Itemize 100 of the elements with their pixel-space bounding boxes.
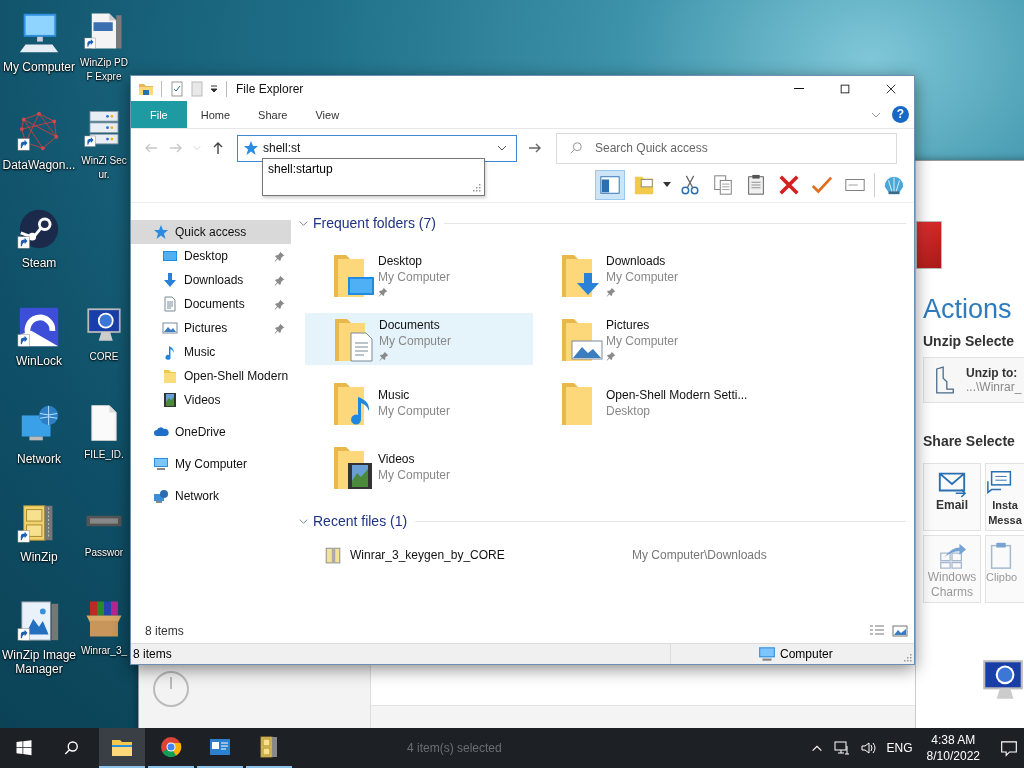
- help-button[interactable]: ?: [892, 106, 909, 123]
- dropdown-icon: [663, 182, 671, 187]
- folder-name: Pictures: [606, 317, 650, 333]
- folder-icon: [162, 368, 178, 384]
- folder-name: Documents: [379, 317, 440, 333]
- desktop-icon-label[interactable]: WinZip Image Manager: [0, 648, 78, 676]
- folder-name: Open-Shell Modern Setti...: [606, 387, 748, 403]
- desktop-icon-label[interactable]: WinLock: [16, 354, 62, 368]
- desktop-icon-label[interactable]: DataWagon...: [2, 158, 76, 172]
- pin-icon[interactable]: [274, 251, 285, 262]
- folder-location: My Computer: [379, 333, 452, 349]
- clock[interactable]: 4:38 AM 8/10/2022: [926, 732, 980, 764]
- nav-item[interactable]: My Computer: [131, 452, 291, 476]
- desktop-icon-label[interactable]: Passwor: [84, 546, 124, 560]
- delete-icon: [778, 173, 800, 196]
- nav-item[interactable]: Desktop: [131, 244, 291, 268]
- unzip-title: Unzip to:: [966, 366, 1019, 380]
- nav-item[interactable]: Music: [131, 340, 291, 364]
- desktop-icon-label[interactable]: WinZip PDF Expre: [80, 56, 128, 84]
- scissors-icon: [679, 173, 701, 196]
- section-heading: Unzip Selecte: [923, 333, 1015, 349]
- status-text: 8 items: [131, 644, 671, 664]
- desktop-icon-label[interactable]: Network: [17, 452, 61, 466]
- folder-name: Videos: [378, 451, 415, 467]
- minimize-icon: [794, 88, 804, 89]
- document-icon: [162, 296, 178, 312]
- network-icon[interactable]: [833, 740, 850, 756]
- panes-icon: [599, 173, 621, 196]
- desktop-icon-label[interactable]: FILE_ID.: [84, 448, 124, 462]
- folder-location: My Computer: [378, 269, 451, 285]
- properties-icon[interactable]: [169, 80, 185, 97]
- ribbon-tab[interactable]: Home: [186, 101, 245, 128]
- clock-icon: [151, 669, 191, 709]
- folder-tile[interactable]: Pictures My Computer: [533, 313, 761, 365]
- star-icon: [243, 140, 259, 156]
- nav-item[interactable]: Quick access: [131, 220, 291, 244]
- address-bar[interactable]: shell:st: [237, 134, 517, 162]
- nav-item[interactable]: Downloads: [131, 268, 291, 292]
- desktop-icon-label[interactable]: CORE: [89, 350, 119, 364]
- pin-icon[interactable]: [274, 323, 285, 334]
- resize-grip-icon: [473, 184, 481, 192]
- badge-graphic: [916, 221, 942, 269]
- ribbon-tab[interactable]: View: [301, 101, 354, 128]
- large-icons-view-icon[interactable]: [892, 625, 908, 637]
- share-tile[interactable]: Insta Messa: [985, 463, 1024, 531]
- pin-icon[interactable]: [378, 287, 388, 297]
- folder-name: Downloads: [606, 253, 666, 269]
- file-name[interactable]: Winrar_3_keygen_by_CORE: [350, 548, 632, 562]
- archive-file-icon: [324, 546, 342, 564]
- folder-location: My Computer: [606, 333, 679, 349]
- folder-tile[interactable]: Videos My Computer: [305, 441, 533, 493]
- language-indicator[interactable]: ENG: [886, 741, 913, 755]
- star-icon: [153, 224, 169, 240]
- pin-icon[interactable]: [606, 351, 616, 361]
- search-box[interactable]: Search Quick access: [556, 132, 897, 164]
- taskbar-app-button[interactable]: [99, 728, 145, 768]
- pin-icon[interactable]: [606, 287, 616, 297]
- share-tile[interactable]: Email: [923, 463, 981, 531]
- section-heading[interactable]: Recent files (1): [313, 513, 408, 529]
- desktop-icon-label[interactable]: WinZi Secur.: [80, 154, 128, 182]
- section-heading[interactable]: Frequent folders (7): [313, 215, 436, 231]
- nav-item[interactable]: Network: [131, 484, 291, 508]
- folder-name: Desktop: [378, 253, 423, 269]
- search-icon: [63, 739, 81, 757]
- maximize-icon: [839, 82, 851, 95]
- status-text: Computer: [780, 647, 833, 661]
- unzip-to-button[interactable]: Unzip to: ...\Winrar_: [923, 357, 1024, 403]
- folder-tile[interactable]: Open-Shell Modern Setti... Desktop: [533, 377, 761, 429]
- suggestion-item[interactable]: shell:startup: [263, 159, 484, 179]
- folder-tile[interactable]: Downloads My Computer: [533, 249, 761, 301]
- speaker-icon[interactable]: [859, 740, 876, 756]
- network-icon: [153, 488, 169, 504]
- search-icon: [569, 141, 583, 155]
- section-heading: Share Selecte: [923, 433, 1015, 449]
- nav-item[interactable]: Open-Shell Modern: [131, 364, 291, 388]
- folder-name: Music: [378, 387, 410, 403]
- folder-location: Desktop: [606, 403, 651, 419]
- nav-item[interactable]: Documents: [131, 292, 291, 316]
- folder-tile[interactable]: Documents My Computer: [305, 313, 533, 365]
- folder-location: My Computer: [378, 403, 451, 419]
- desktop-icon-label[interactable]: Steam: [21, 256, 57, 270]
- pin-icon[interactable]: [379, 351, 389, 361]
- pin-icon[interactable]: [274, 275, 285, 286]
- nav-item[interactable]: OneDrive: [131, 420, 291, 444]
- notification-icon[interactable]: [1000, 739, 1018, 757]
- desktop-icon: [162, 248, 178, 264]
- folder-tile[interactable]: Music My Computer: [305, 377, 533, 429]
- window-title: File Explorer: [236, 81, 304, 96]
- nav-item[interactable]: Pictures: [131, 316, 291, 340]
- desktop-icon-label[interactable]: My Computer: [3, 60, 75, 74]
- ribbon-tab[interactable]: Share: [244, 101, 302, 128]
- resize-grip-icon: [904, 654, 912, 662]
- windows-logo-icon: [15, 739, 33, 757]
- down-arrow-icon: [162, 272, 178, 288]
- desktop-icon-label[interactable]: Winrar_3_: [80, 644, 128, 658]
- pin-icon[interactable]: [274, 299, 285, 310]
- nav-item[interactable]: Videos: [131, 388, 291, 412]
- panes-button[interactable]: [595, 169, 625, 200]
- desktop-icon-label[interactable]: WinZip: [20, 550, 58, 564]
- folder-tile[interactable]: Desktop My Computer: [305, 249, 533, 301]
